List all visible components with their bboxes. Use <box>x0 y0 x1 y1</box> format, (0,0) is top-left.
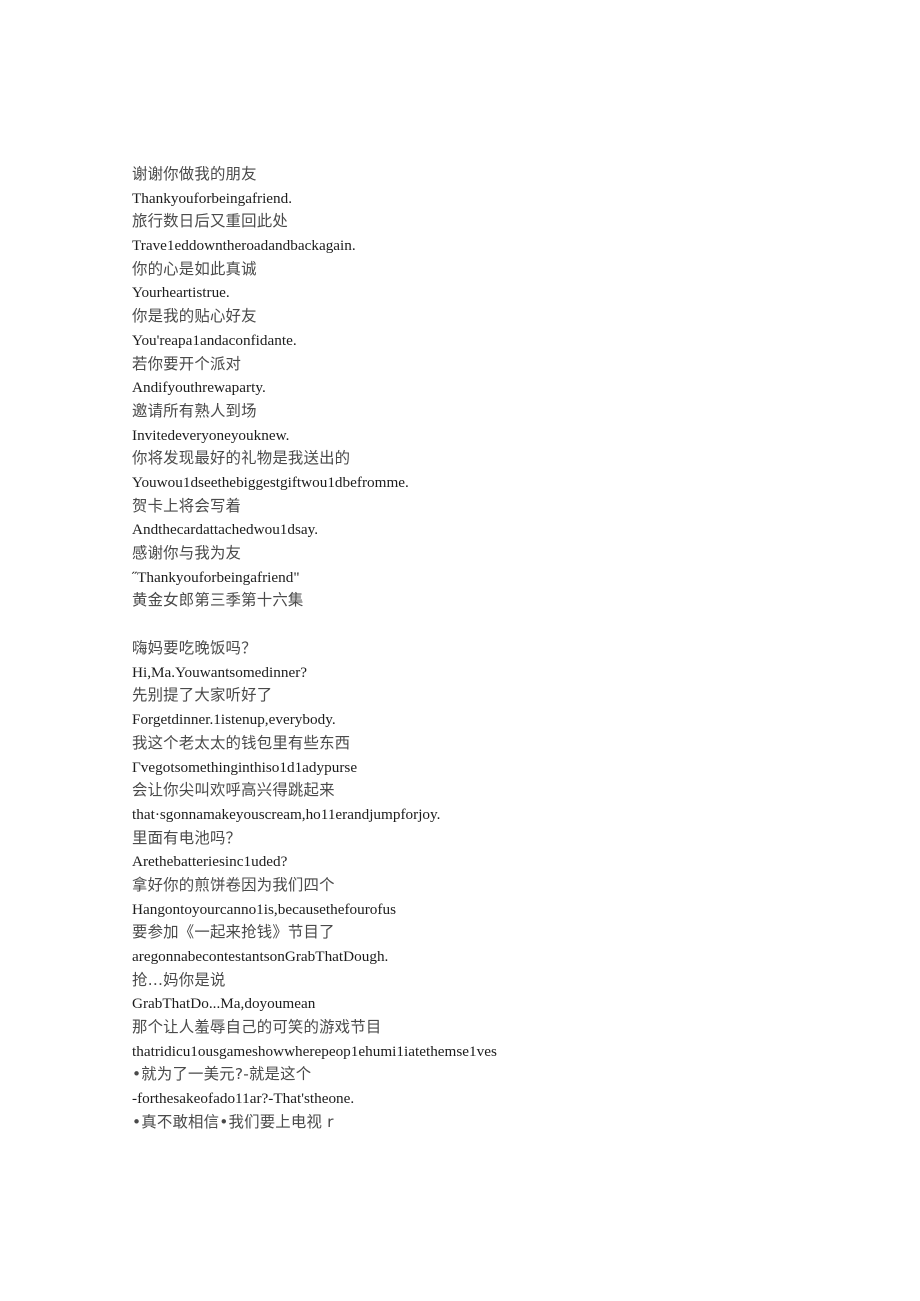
text-block: 谢谢你做我的朋友 Thankyouforbeingafriend. 旅行数日后又重回… <box>132 163 832 613</box>
subtitle-line-latin: Yourheartistrue. <box>132 284 230 302</box>
subtitle-line-latin: Invitedeveryoneyouknew. <box>132 426 290 444</box>
subtitle-line-latin: Trave1eddowntheroadandbackagain. <box>132 237 356 255</box>
subtitle-line-source: 里面有电池吗？ <box>132 828 242 847</box>
subtitle-line-source: 你是我的贴心好友 <box>132 307 257 326</box>
subtitle-line-source: 要参加《一起来抢钱》节目了 <box>132 923 335 942</box>
subtitle-line-latin: Arethebatteriesinc1uded? <box>132 853 288 871</box>
subtitle-line-latin: Forgetdinner.1istenup,everybody. <box>132 711 336 729</box>
subtitle-line-source: 邀请所有熟人到场 <box>132 401 257 420</box>
subtitle-line-latin: ˝Thankyouforbeingafriend" <box>132 568 300 586</box>
document-text-body: 谢谢你做我的朋友 Thankyouforbeingafriend. 旅行数日后又重回… <box>132 163 832 1135</box>
subtitle-line-source: 拿好你的煎饼卷因为我们四个 <box>132 875 335 894</box>
subtitle-line-latin: Hangontoyourcanno1is,becausethefourofus <box>132 900 396 918</box>
text-block: 嗨妈要吃晚饭吗？ Hi,Ma.Youwantsomedinner? 先别提了大家听好… <box>132 637 832 1134</box>
subtitle-line-latin: Andthecardattachedwou1dsay. <box>132 521 319 539</box>
subtitle-line-source: 贺卡上将会写着 <box>132 496 242 515</box>
subtitle-line-source: 感谢你与我为友 <box>132 544 242 562</box>
subtitle-line-latin: Γvegotsomethinginthiso1d1adypurse <box>132 758 358 776</box>
document-page: 谢谢你做我的朋友 Thankyouforbeingafriend. 旅行数日后又重回… <box>0 0 920 1301</box>
subtitle-line-latin: thatridicu1ousgameshowwherepeop1ehumi1ia… <box>132 1042 497 1060</box>
subtitle-line-latin: Youwou1dseethebiggestgiftwou1dbefromme. <box>132 473 409 491</box>
subtitle-line-source: 你将发现最好的礼物是我送出的 <box>132 449 351 468</box>
subtitle-line-source: 你的心是如此真诚 <box>132 259 257 278</box>
subtitle-line-source: 我这个老太太的钱包里有些东西 <box>132 733 351 752</box>
subtitle-line-latin: You'reapa1andaconfidante. <box>132 331 297 349</box>
subtitle-line-latin: that·sgonnamakeyouscream,ho11erandjumpfo… <box>132 805 441 823</box>
subtitle-line-source: 抢…妈你是说 <box>132 970 226 989</box>
subtitle-line-source: 谢谢你做我的朋友 <box>132 165 257 183</box>
subtitle-line-latin: Thankyouforbeingafriend. <box>132 189 293 207</box>
subtitle-line-latin: -forthesakeofado11ar?-That'stheone. <box>132 1090 355 1108</box>
subtitle-line-source: 先别提了大家听好了 <box>132 686 273 705</box>
subtitle-line-latin: Hi,Ma.Youwantsomedinner? <box>132 663 308 681</box>
subtitle-line-source: 黄金女郎第三季第十六集 <box>132 591 304 610</box>
subtitle-line-source: •真不敢相信•我们要上电视 r <box>132 1112 334 1131</box>
subtitle-line-source: 会让你尖叫欢呼高兴得跳起来 <box>132 781 335 800</box>
subtitle-line-latin: aregonnabecontestantsonGrabThatDough. <box>132 948 389 965</box>
subtitle-line-source: 若你要开个派对 <box>132 354 242 373</box>
subtitle-line-source: 嗨妈要吃晚饭吗？ <box>132 639 257 658</box>
subtitle-line-source: •就为了一美元?-就是这个 <box>132 1065 312 1084</box>
subtitle-line-source: 那个让人羞辱自己的可笑的游戏节目 <box>132 1018 382 1037</box>
subtitle-line-latin: GrabThatDo...Ma,doyoumean <box>132 995 316 1013</box>
subtitle-line-latin: Andifyouthrewaparty. <box>132 379 266 397</box>
subtitle-line-source: 旅行数日后又重回此处 <box>132 212 288 231</box>
